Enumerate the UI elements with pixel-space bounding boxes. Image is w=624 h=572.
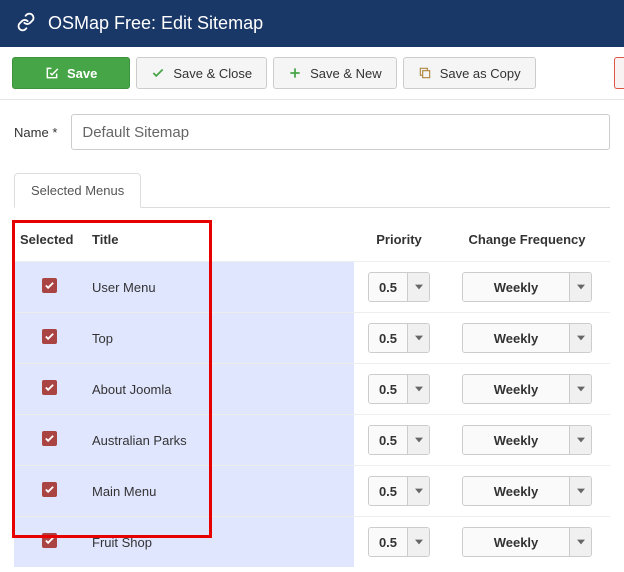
col-selected-header: Selected [14, 220, 84, 262]
chevron-down-icon [569, 528, 591, 556]
name-field-row: Name * [14, 114, 610, 150]
priority-value: 0.5 [369, 528, 407, 556]
chevron-down-icon [569, 477, 591, 505]
col-frequency-header: Change Frequency [444, 220, 610, 262]
checkbox[interactable] [42, 533, 57, 548]
menu-title: Main Menu [84, 466, 354, 517]
chevron-down-icon [569, 375, 591, 403]
col-title-header: Title [84, 220, 354, 262]
menu-title: About Joomla [84, 364, 354, 415]
checkbox[interactable] [42, 329, 57, 344]
table-row: Top 0.5 Weekly [14, 313, 610, 364]
menu-title: Australian Parks [84, 415, 354, 466]
save-new-button[interactable]: Save & New [273, 57, 397, 89]
frequency-value: Weekly [463, 477, 569, 505]
name-label: Name * [14, 125, 57, 140]
check-icon [151, 66, 165, 80]
tab-selected-menus[interactable]: Selected Menus [14, 173, 141, 208]
priority-dropdown[interactable]: 0.5 [368, 527, 430, 557]
table-row: User Menu 0.5 Weekly [14, 262, 610, 313]
frequency-dropdown[interactable]: Weekly [462, 425, 592, 455]
link-icon [16, 12, 36, 35]
save-button[interactable]: Save [12, 57, 130, 89]
frequency-value: Weekly [463, 426, 569, 454]
tabs: Selected Menus [14, 172, 610, 208]
save-copy-button[interactable]: Save as Copy [403, 57, 536, 89]
name-input[interactable] [71, 114, 610, 150]
table-row: Australian Parks 0.5 Weekly [14, 415, 610, 466]
menu-title: Fruit Shop [84, 517, 354, 568]
plus-icon [288, 66, 302, 80]
checkbox[interactable] [42, 482, 57, 497]
checkbox[interactable] [42, 431, 57, 446]
frequency-value: Weekly [463, 324, 569, 352]
col-priority-header: Priority [354, 220, 444, 262]
menus-table: Selected Title Priority Change Frequency… [14, 220, 610, 567]
partial-button-edge [614, 57, 624, 89]
apply-icon [45, 66, 59, 80]
table-row: Main Menu 0.5 Weekly [14, 466, 610, 517]
save-close-button[interactable]: Save & Close [136, 57, 267, 89]
checkbox[interactable] [42, 380, 57, 395]
frequency-value: Weekly [463, 375, 569, 403]
table-row: Fruit Shop 0.5 Weekly [14, 517, 610, 568]
priority-value: 0.5 [369, 375, 407, 403]
chevron-down-icon [569, 324, 591, 352]
page-title: OSMap Free: Edit Sitemap [48, 13, 263, 34]
chevron-down-icon [407, 426, 429, 454]
chevron-down-icon [407, 324, 429, 352]
chevron-down-icon [569, 273, 591, 301]
checkbox[interactable] [42, 278, 57, 293]
chevron-down-icon [569, 426, 591, 454]
toolbar: Save Save & Close Save & New Save as Cop… [0, 47, 624, 100]
frequency-dropdown[interactable]: Weekly [462, 527, 592, 557]
priority-dropdown[interactable]: 0.5 [368, 272, 430, 302]
frequency-dropdown[interactable]: Weekly [462, 323, 592, 353]
page-header: OSMap Free: Edit Sitemap [0, 0, 624, 47]
chevron-down-icon [407, 273, 429, 301]
priority-dropdown[interactable]: 0.5 [368, 323, 430, 353]
frequency-dropdown[interactable]: Weekly [462, 476, 592, 506]
chevron-down-icon [407, 375, 429, 403]
frequency-value: Weekly [463, 273, 569, 301]
priority-dropdown[interactable]: 0.5 [368, 374, 430, 404]
save-copy-label: Save as Copy [440, 66, 521, 81]
save-new-label: Save & New [310, 66, 382, 81]
copy-icon [418, 66, 432, 80]
menu-title: User Menu [84, 262, 354, 313]
menu-title: Top [84, 313, 354, 364]
frequency-dropdown[interactable]: Weekly [462, 374, 592, 404]
chevron-down-icon [407, 528, 429, 556]
priority-dropdown[interactable]: 0.5 [368, 476, 430, 506]
priority-value: 0.5 [369, 324, 407, 352]
priority-value: 0.5 [369, 477, 407, 505]
chevron-down-icon [407, 477, 429, 505]
save-label: Save [67, 66, 97, 81]
save-close-label: Save & Close [173, 66, 252, 81]
priority-value: 0.5 [369, 426, 407, 454]
priority-value: 0.5 [369, 273, 407, 301]
frequency-value: Weekly [463, 528, 569, 556]
frequency-dropdown[interactable]: Weekly [462, 272, 592, 302]
table-row: About Joomla 0.5 Weekly [14, 364, 610, 415]
priority-dropdown[interactable]: 0.5 [368, 425, 430, 455]
